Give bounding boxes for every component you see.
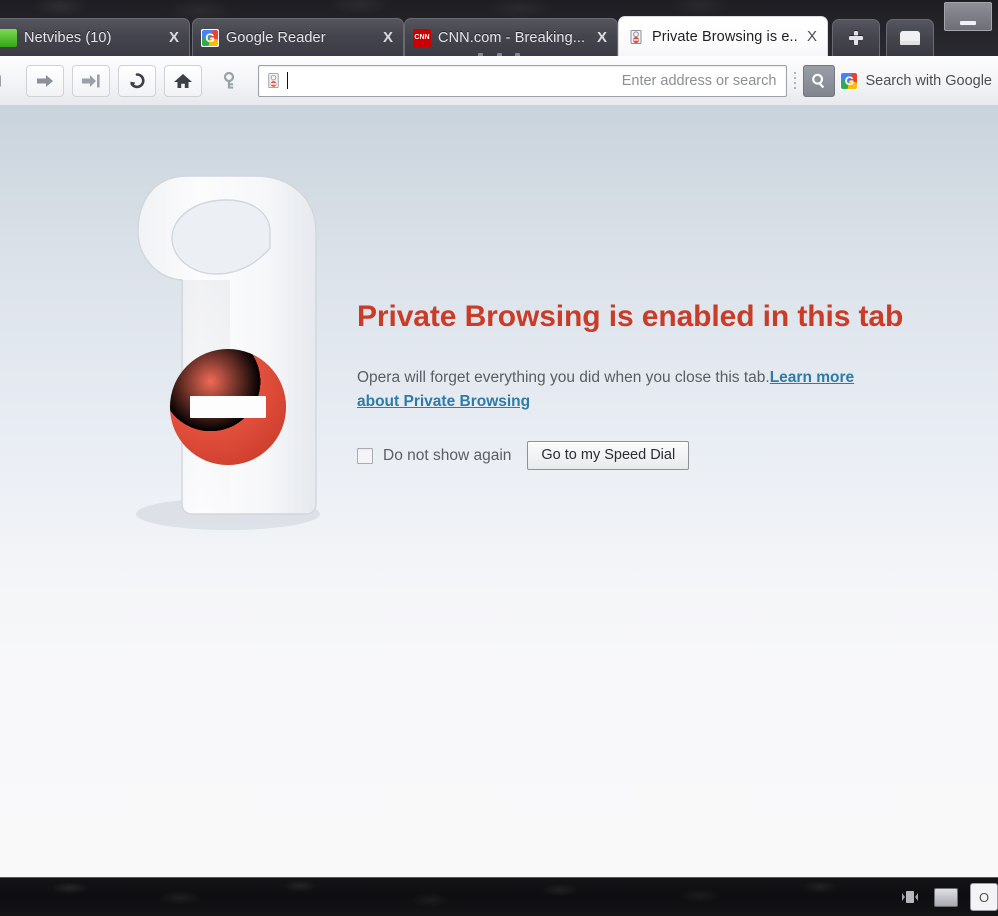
title-bar: Netvibes (10) X Google Reader X CNN.com … bbox=[0, 0, 998, 56]
tab-label: Google Reader bbox=[226, 29, 326, 46]
action-row: Do not show again Go to my Speed Dial bbox=[357, 441, 917, 471]
home-button[interactable] bbox=[164, 64, 202, 97]
do-not-show-again-checkbox[interactable]: Do not show again bbox=[357, 447, 511, 465]
panel-toggle-icon bbox=[900, 31, 920, 45]
tab-label: Private Browsing is e... bbox=[652, 28, 797, 45]
tab-google-reader[interactable]: Google Reader X bbox=[192, 18, 404, 56]
address-bar-placeholder: Enter address or search bbox=[621, 72, 777, 89]
search-engine-label: Search with Google bbox=[865, 72, 992, 89]
page-content: Private Browsing is enabled in this tab … bbox=[0, 105, 998, 878]
page-description: Opera will forget everything you did whe… bbox=[357, 366, 879, 415]
description-text: Opera will forget everything you did whe… bbox=[357, 368, 770, 386]
fast-forward-button[interactable] bbox=[72, 64, 110, 97]
key-icon bbox=[223, 71, 235, 89]
opera-icon[interactable]: O bbox=[970, 883, 998, 911]
navigation-toolbar: Enter address or search Search with Goog… bbox=[0, 56, 998, 106]
tab-private-browsing[interactable]: Private Browsing is e... X bbox=[618, 16, 828, 56]
door-hanger-icon bbox=[627, 28, 645, 46]
door-hanger-icon bbox=[262, 71, 284, 90]
panel-toggle-button[interactable] bbox=[886, 19, 934, 56]
system-tray: O bbox=[898, 883, 998, 911]
os-taskbar: O bbox=[0, 877, 998, 916]
home-icon bbox=[174, 73, 192, 88]
text-cursor bbox=[287, 72, 288, 89]
tab-netvibes[interactable]: Netvibes (10) X bbox=[0, 18, 190, 56]
search-engine-selector[interactable]: Search with Google bbox=[840, 71, 998, 90]
google-icon bbox=[840, 71, 859, 90]
grip-dots-icon[interactable] bbox=[790, 68, 800, 94]
tab-label: CNN.com - Breaking... bbox=[438, 29, 586, 46]
reload-button[interactable] bbox=[118, 64, 156, 97]
door-hanger-no-entry-graphic bbox=[120, 160, 340, 580]
tab-close-button[interactable]: X bbox=[593, 29, 611, 47]
google-icon bbox=[201, 28, 219, 47]
tab-close-button[interactable]: X bbox=[379, 29, 397, 47]
checkbox-label: Do not show again bbox=[383, 446, 512, 464]
netvibes-icon bbox=[0, 28, 17, 47]
search-submit-button[interactable] bbox=[803, 64, 836, 97]
private-browsing-message: Private Browsing is enabled in this tab … bbox=[357, 295, 917, 471]
password-manager-button[interactable] bbox=[210, 65, 248, 97]
go-to-speed-dial-button[interactable]: Go to my Speed Dial bbox=[527, 441, 690, 471]
forward-button[interactable] bbox=[26, 64, 64, 97]
arrow-right-icon bbox=[37, 74, 53, 87]
cnn-icon bbox=[413, 28, 431, 47]
new-tab-button[interactable] bbox=[832, 19, 880, 56]
tab-label: Netvibes (10) bbox=[24, 29, 112, 46]
tab-close-button[interactable]: X bbox=[803, 28, 821, 46]
checkbox-box[interactable] bbox=[357, 447, 373, 464]
back-button[interactable] bbox=[0, 65, 18, 97]
fast-forward-icon bbox=[82, 74, 100, 87]
magnifier-icon bbox=[812, 73, 825, 88]
tab-close-button[interactable]: X bbox=[165, 29, 183, 47]
display-icon[interactable] bbox=[934, 887, 958, 907]
reload-icon bbox=[130, 72, 145, 88]
address-bar[interactable]: Enter address or search bbox=[258, 64, 788, 97]
plus-icon bbox=[848, 30, 864, 46]
network-icon[interactable] bbox=[898, 888, 922, 906]
arrow-left-icon bbox=[0, 74, 1, 87]
browser-window: Netvibes (10) X Google Reader X CNN.com … bbox=[0, 0, 998, 916]
page-title: Private Browsing is enabled in this tab bbox=[357, 300, 904, 333]
